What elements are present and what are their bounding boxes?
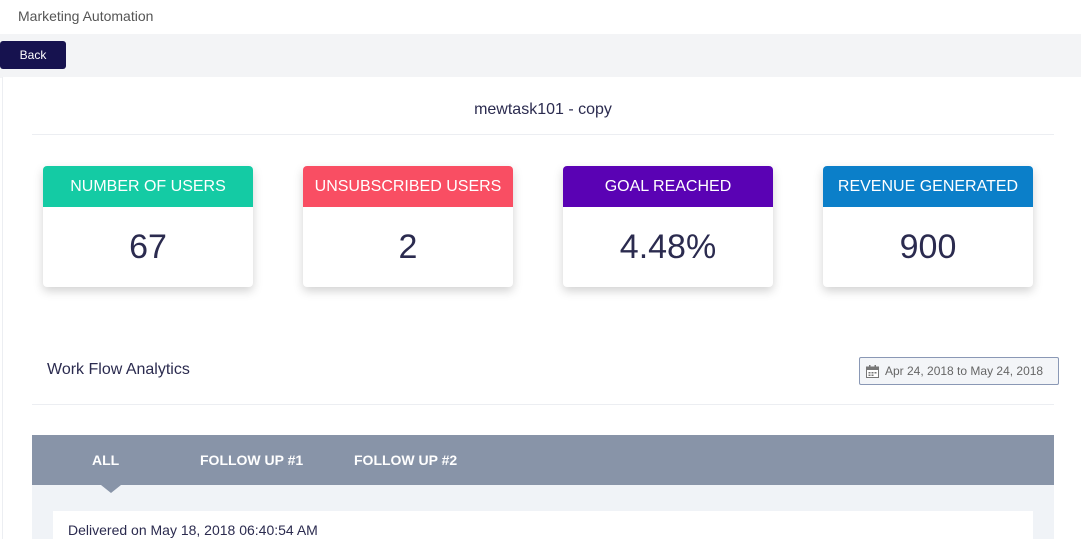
stat-card-label: UNSUBSCRIBED USERS <box>303 166 513 207</box>
stat-card-label: NUMBER OF USERS <box>43 166 253 207</box>
divider <box>32 404 1054 405</box>
tab-follow-up-1[interactable]: FOLLOW UP #1 <box>200 435 303 485</box>
section-title: Work Flow Analytics <box>47 361 190 378</box>
stat-card-users: NUMBER OF USERS 67 <box>43 166 253 287</box>
stat-card-goal: GOAL REACHED 4.48% <box>563 166 773 287</box>
stat-card-label: REVENUE GENERATED <box>823 166 1033 207</box>
stat-card-revenue: REVENUE GENERATED 900 <box>823 166 1033 287</box>
tab-all[interactable]: ALL <box>92 435 119 485</box>
toolbar-strip <box>0 34 1081 78</box>
tab-bar: ALL FOLLOW UP #1 FOLLOW UP #2 <box>32 435 1054 493</box>
stat-card-value: 2 <box>398 227 418 266</box>
divider <box>32 134 1054 135</box>
page-title: mewtask101 - copy <box>474 101 612 118</box>
stat-card-value: 4.48% <box>619 227 717 266</box>
stat-card-value: 67 <box>129 227 167 266</box>
stat-card-label: GOAL REACHED <box>563 166 773 207</box>
stat-card-unsubscribed: UNSUBSCRIBED USERS 2 <box>303 166 513 287</box>
active-tab-indicator <box>101 485 121 493</box>
back-button[interactable]: Back <box>0 41 66 69</box>
delivered-text: Delivered on May 18, 2018 06:40:54 AM <box>53 511 1033 539</box>
stat-card-value: 900 <box>899 227 957 266</box>
app-title: Marketing Automation <box>18 8 154 24</box>
date-range-text: Apr 24, 2018 to May 24, 2018 <box>885 364 1044 378</box>
date-range-picker[interactable]: Apr 24, 2018 to May 24, 2018 <box>859 357 1059 385</box>
top-bar: Marketing Automation <box>0 0 1081 34</box>
tab-follow-up-2[interactable]: FOLLOW UP #2 <box>354 435 457 485</box>
calendar-icon <box>866 364 879 378</box>
